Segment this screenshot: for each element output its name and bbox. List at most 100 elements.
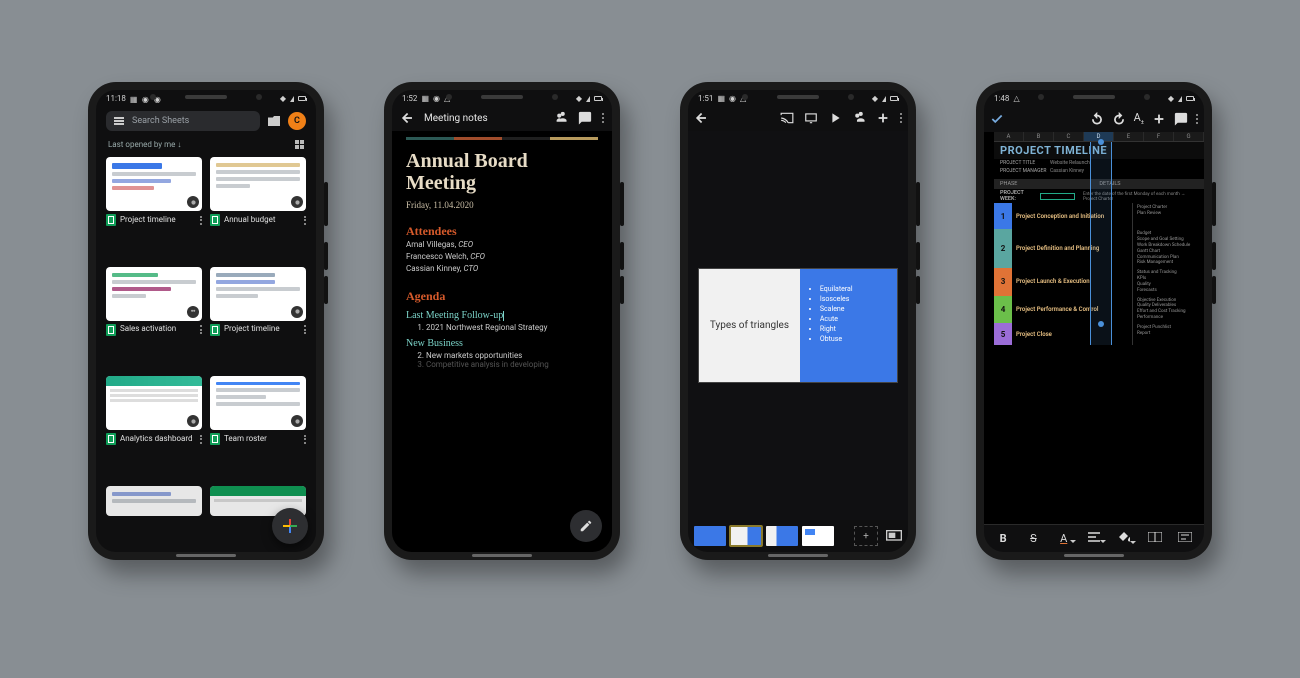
status-time: 1:52 — [402, 94, 417, 103]
phone-sheets-list: 11:18 ▦◉◉ ◆ Search Sheets C Last opened … — [88, 82, 324, 560]
phase-row[interactable]: 3 Project Launch & Execution Status and … — [994, 268, 1204, 295]
current-slide[interactable]: Types of triangles Equilateral Isosceles… — [698, 268, 898, 383]
section-heading: Agenda — [406, 289, 598, 304]
share-icon[interactable] — [852, 111, 866, 125]
file-tile[interactable]: Analytics dashboard — [106, 376, 202, 478]
phase-row[interactable]: 1 Project Conception and Initiation Proj… — [994, 203, 1204, 229]
sheets-icon — [210, 214, 220, 226]
text-format-icon[interactable]: A± — [1134, 111, 1144, 126]
back-icon[interactable] — [694, 111, 708, 125]
play-icon[interactable] — [828, 111, 842, 125]
offline-icon — [291, 306, 303, 318]
sheets-icon — [106, 324, 116, 336]
slide-thumb[interactable] — [802, 526, 834, 546]
cast-icon[interactable] — [780, 111, 794, 125]
more-icon[interactable] — [900, 113, 902, 123]
folder-icon[interactable] — [268, 116, 280, 126]
offline-icon — [291, 196, 303, 208]
format-toolbar: B S A — [984, 524, 1204, 552]
search-placeholder: Search Sheets — [132, 116, 189, 126]
slide-title: Types of triangles — [699, 269, 800, 382]
agenda-list: New markets opportunities Competitive an… — [406, 351, 598, 369]
sheets-icon — [210, 433, 220, 445]
sheets-icon — [106, 214, 116, 226]
add-icon[interactable] — [1152, 112, 1166, 126]
attendee-line: Amal Villegas, CEO — [406, 239, 598, 251]
fill-color-button[interactable] — [1114, 531, 1134, 546]
done-icon[interactable] — [990, 112, 1004, 126]
shared-icon — [187, 306, 199, 318]
comment-icon[interactable] — [1174, 112, 1188, 126]
slide-canvas[interactable]: Types of triangles Equilateral Isosceles… — [688, 131, 908, 520]
text-color-button[interactable]: A — [1054, 532, 1074, 545]
slide-thumb[interactable] — [694, 526, 726, 546]
sheet-title: PROJECT TIMELINE — [1000, 144, 1107, 157]
more-icon[interactable] — [602, 113, 604, 123]
file-tile[interactable]: Project timeline — [210, 267, 306, 369]
subsection: Last Meeting Follow-up — [406, 310, 598, 321]
file-grid: Project timeline Annual budget Sales act… — [96, 153, 316, 552]
doc-title-bar: Meeting notes — [424, 113, 488, 124]
phase-row[interactable]: 2 Project Definition and Planning Budget… — [994, 229, 1204, 268]
status-time: 1:48 — [994, 94, 1009, 103]
spreadsheet[interactable]: ABCDEFG PROJECT TIMELINE PROJECT TITLEWe… — [984, 132, 1204, 524]
document-body[interactable]: Annual Board Meeting Friday, 11.04.2020 … — [392, 131, 612, 552]
more-icon[interactable] — [200, 325, 202, 334]
phone-sheets-editor: 1:48△ ◆ A± ABCDEFG PROJECT TIMELINE — [976, 82, 1212, 560]
offline-icon — [291, 415, 303, 427]
offline-icon — [187, 196, 199, 208]
file-tile[interactable] — [106, 486, 202, 549]
strike-button[interactable]: S — [1023, 532, 1043, 545]
more-icon[interactable] — [200, 435, 202, 444]
attendee-line: Cassian Kinney, CTO — [406, 263, 598, 275]
search-input[interactable]: Search Sheets — [106, 111, 260, 131]
week-input[interactable] — [1040, 193, 1075, 200]
sort-dropdown[interactable]: Last opened by me ↓ — [108, 140, 181, 149]
back-icon[interactable] — [400, 111, 414, 125]
file-tile[interactable]: Annual budget — [210, 157, 306, 259]
more-icon[interactable] — [304, 216, 306, 225]
slide-thumb[interactable] — [766, 526, 798, 546]
add-icon[interactable] — [876, 111, 890, 125]
add-slide-button[interactable]: + — [854, 526, 878, 546]
phase-row[interactable]: 5 Project Close Project PunchlistReport — [994, 323, 1204, 345]
filmstrip: + — [688, 520, 908, 552]
pencil-icon — [579, 519, 593, 533]
status-time: 1:51 — [698, 94, 713, 103]
column-headers[interactable]: ABCDEFG — [994, 132, 1204, 142]
text-cursor — [503, 311, 504, 321]
account-avatar[interactable]: C — [288, 112, 306, 130]
file-tile[interactable]: Team roster — [210, 376, 306, 478]
col-heading: DETAILS — [1016, 179, 1204, 189]
undo-icon[interactable] — [1090, 112, 1104, 126]
wrap-button[interactable] — [1175, 532, 1195, 545]
menu-icon[interactable] — [114, 117, 124, 125]
section-heading: Attendees — [406, 224, 598, 239]
doc-heading: Annual Board Meeting — [406, 150, 598, 194]
slideshow-icon[interactable] — [886, 530, 902, 542]
more-icon[interactable] — [1196, 114, 1198, 124]
comment-icon[interactable] — [578, 111, 592, 125]
sheets-icon — [106, 433, 116, 445]
present-icon[interactable] — [804, 111, 818, 125]
phone-slides: 1:51▦◉△ ◆ Types of triangles Equil — [680, 82, 916, 560]
create-fab[interactable] — [272, 508, 308, 544]
edit-fab[interactable] — [570, 510, 602, 542]
sheets-icon — [210, 324, 220, 336]
offline-icon — [187, 415, 199, 427]
bold-button[interactable]: B — [993, 532, 1013, 545]
plus-icon — [283, 519, 297, 533]
redo-icon[interactable] — [1112, 112, 1126, 126]
file-tile[interactable]: Project timeline — [106, 157, 202, 259]
file-tile[interactable]: Sales activation — [106, 267, 202, 369]
more-icon[interactable] — [304, 325, 306, 334]
align-button[interactable] — [1084, 532, 1104, 545]
view-toggle-icon[interactable] — [294, 139, 304, 149]
share-icon[interactable] — [554, 111, 568, 125]
phone-docs: 1:52▦◉△ ◆ Meeting notes Annual Board Mee… — [384, 82, 620, 560]
more-icon[interactable] — [200, 216, 202, 225]
merge-button[interactable] — [1145, 532, 1165, 545]
slide-thumb[interactable] — [730, 526, 762, 546]
phase-row[interactable]: 4 Project Performance & Control Objectiv… — [994, 296, 1204, 323]
more-icon[interactable] — [304, 435, 306, 444]
